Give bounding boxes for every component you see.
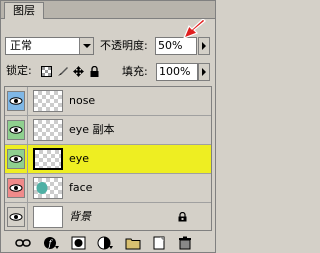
layer-thumbnail[interactable]: [33, 206, 63, 228]
separator: [27, 145, 28, 174]
layer-thumbnail[interactable]: [33, 148, 63, 170]
opacity-label: 不透明度:: [100, 39, 148, 52]
layers-toolbar: f: [1, 233, 215, 252]
separator: [27, 87, 28, 116]
layer-row-eye[interactable]: eye: [5, 145, 211, 174]
adjustment-icon[interactable]: [97, 236, 113, 250]
visibility-eye-icon[interactable]: [7, 91, 25, 111]
visibility-eye-icon[interactable]: [7, 207, 25, 227]
layer-row-eye-copy[interactable]: eye 副本: [5, 116, 211, 145]
separator: [27, 203, 28, 230]
new-layer-icon[interactable]: [151, 236, 167, 250]
lock-transparency-icon[interactable]: [41, 66, 52, 77]
layer-name[interactable]: 背景: [69, 210, 91, 224]
separator: [27, 174, 28, 203]
visibility-eye-icon[interactable]: [7, 178, 25, 198]
layer-name[interactable]: eye 副本: [69, 123, 115, 137]
mask-icon[interactable]: [71, 236, 87, 250]
link-icon[interactable]: [15, 236, 31, 250]
lock-all-icon[interactable]: [89, 66, 100, 77]
layers-list: nose eye 副本 eye face 背景: [4, 86, 212, 231]
chevron-down-icon[interactable]: [79, 38, 93, 54]
tab-bar: 图层: [1, 1, 215, 19]
red-arrow-icon: [182, 19, 206, 40]
layer-name[interactable]: eye: [69, 152, 89, 166]
fill-flyout-icon[interactable]: [198, 63, 210, 81]
fill-label: 填充:: [122, 65, 148, 78]
blend-mode-value: 正常: [10, 39, 32, 52]
layer-style-icon[interactable]: f: [43, 236, 59, 250]
layer-row-nose[interactable]: nose: [5, 87, 211, 116]
layer-row-background[interactable]: 背景: [5, 203, 211, 230]
tab-layers[interactable]: 图层: [4, 2, 44, 19]
visibility-eye-icon[interactable]: [7, 120, 25, 140]
layer-thumbnail[interactable]: [33, 119, 63, 141]
fill-input[interactable]: 100%: [156, 63, 198, 81]
blend-mode-select[interactable]: 正常: [5, 37, 94, 55]
layer-thumbnail[interactable]: [33, 90, 63, 112]
lock-icon: [178, 212, 187, 222]
trash-icon[interactable]: [177, 236, 193, 250]
layer-row-face[interactable]: face: [5, 174, 211, 203]
lock-label: 锁定:: [6, 64, 32, 77]
lock-pixels-brush-icon[interactable]: [57, 66, 68, 77]
lock-position-move-icon[interactable]: [73, 66, 84, 77]
layer-name[interactable]: face: [69, 181, 92, 195]
layers-panel: 图层 正常 不透明度: 50% 锁定: 填充: 100% nose eye 副本…: [0, 0, 216, 253]
visibility-eye-icon[interactable]: [7, 149, 25, 169]
separator: [27, 116, 28, 145]
layer-name[interactable]: nose: [69, 94, 95, 108]
layer-thumbnail[interactable]: [33, 177, 63, 199]
group-folder-icon[interactable]: [125, 236, 141, 250]
